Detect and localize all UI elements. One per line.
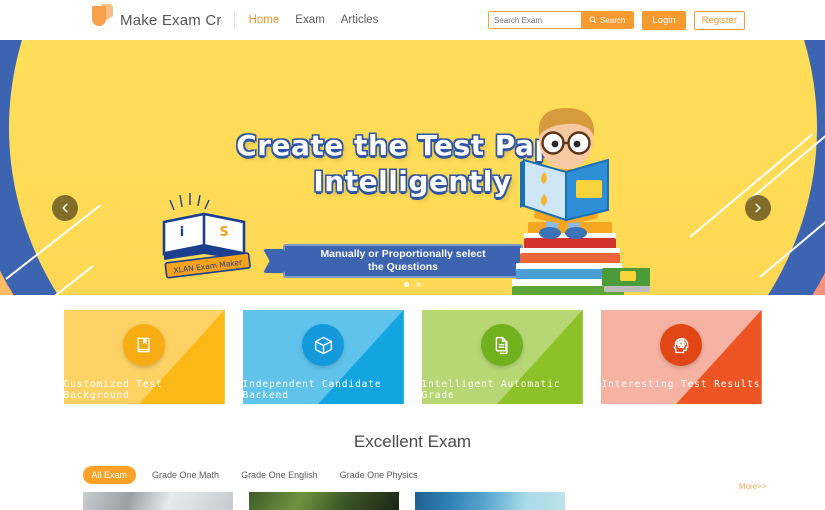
svg-text:i: i: [180, 225, 184, 240]
search-button[interactable]: Search: [581, 12, 634, 28]
exam-card-1[interactable]: [82, 492, 233, 510]
leaf-logo-icon: [88, 4, 113, 34]
open-book-illustration: i S XLAN Exam Maker: [162, 193, 251, 279]
feature-card-customized-test-background[interactable]: Customized Test Background: [63, 310, 225, 404]
svg-text:S: S: [219, 225, 228, 240]
exam-card-3[interactable]: [414, 492, 565, 510]
tab-grade-one-physics[interactable]: Grade One Physics: [340, 466, 418, 484]
banner-ribbon: Manually or Proportionally select the Qu…: [283, 244, 523, 278]
tab-grade-one-math[interactable]: Grade One Math: [152, 466, 219, 484]
nav-item-home[interactable]: Home: [249, 12, 280, 28]
carousel-dot-2[interactable]: [416, 282, 421, 287]
nav-item-articles[interactable]: Articles: [341, 12, 379, 28]
tab-all-exam[interactable]: All Exam: [82, 466, 137, 484]
chevron-left-icon: [62, 203, 68, 213]
search-button-label: Search: [600, 15, 626, 25]
nav-item-exam[interactable]: Exam: [295, 12, 324, 28]
feature-label: Interesting Test Results: [601, 379, 761, 390]
more-link[interactable]: More>>: [739, 482, 767, 491]
page-title: Excellent Exam: [353, 432, 472, 451]
chevron-right-icon: [755, 203, 761, 213]
search-box: Search: [488, 11, 635, 29]
feature-cards: Customized Test Background Independent C…: [0, 295, 825, 404]
logo-area[interactable]: Make Exam Cr: [88, 4, 234, 34]
tab-grade-one-english[interactable]: Grade One English: [241, 466, 318, 484]
feature-card-independent-candidate-backend[interactable]: Independent Candidate Backend: [242, 310, 404, 404]
feature-label: Intelligent Automatic Grade: [421, 379, 561, 401]
cube-icon: [302, 324, 344, 366]
exam-filter-tabs: All Exam Grade One Math Grade One Englis…: [82, 466, 767, 491]
brain-head-icon: [660, 324, 702, 366]
search-icon: [589, 16, 597, 24]
login-button[interactable]: Login: [642, 10, 686, 30]
exam-card-2[interactable]: [248, 492, 399, 510]
book-icon: [123, 324, 165, 366]
banner-ribbon-line2: the Questions: [367, 261, 438, 273]
feature-label: Customized Test Background: [63, 379, 163, 401]
register-button[interactable]: Register: [693, 10, 745, 30]
carousel-prev-button[interactable]: [52, 195, 78, 221]
site-header: Make Exam Cr Home Exam Articles Search L…: [0, 0, 825, 40]
search-input[interactable]: [489, 12, 582, 28]
exam-card-list: [82, 492, 743, 510]
feature-card-interesting-test-results[interactable]: Interesting Test Results: [600, 310, 762, 404]
hero-carousel[interactable]: Create the Test Paper Intelligently Manu…: [0, 40, 825, 295]
banner-ribbon-line1: Manually or Proportionally select: [320, 248, 486, 260]
document-icon: [481, 324, 523, 366]
boy-reading-illustration: [512, 108, 650, 295]
brand-name: Make Exam Cr: [120, 11, 222, 29]
carousel-dot-1[interactable]: [404, 282, 409, 287]
header-actions: Search Login Register: [488, 0, 745, 40]
carousel-next-button[interactable]: [745, 195, 771, 221]
main-nav: Home Exam Articles: [233, 12, 379, 28]
feature-label: Independent Candidate Backend: [242, 379, 382, 401]
feature-card-intelligent-automatic-grade[interactable]: Intelligent Automatic Grade: [421, 310, 583, 404]
carousel-dots: [0, 282, 825, 287]
